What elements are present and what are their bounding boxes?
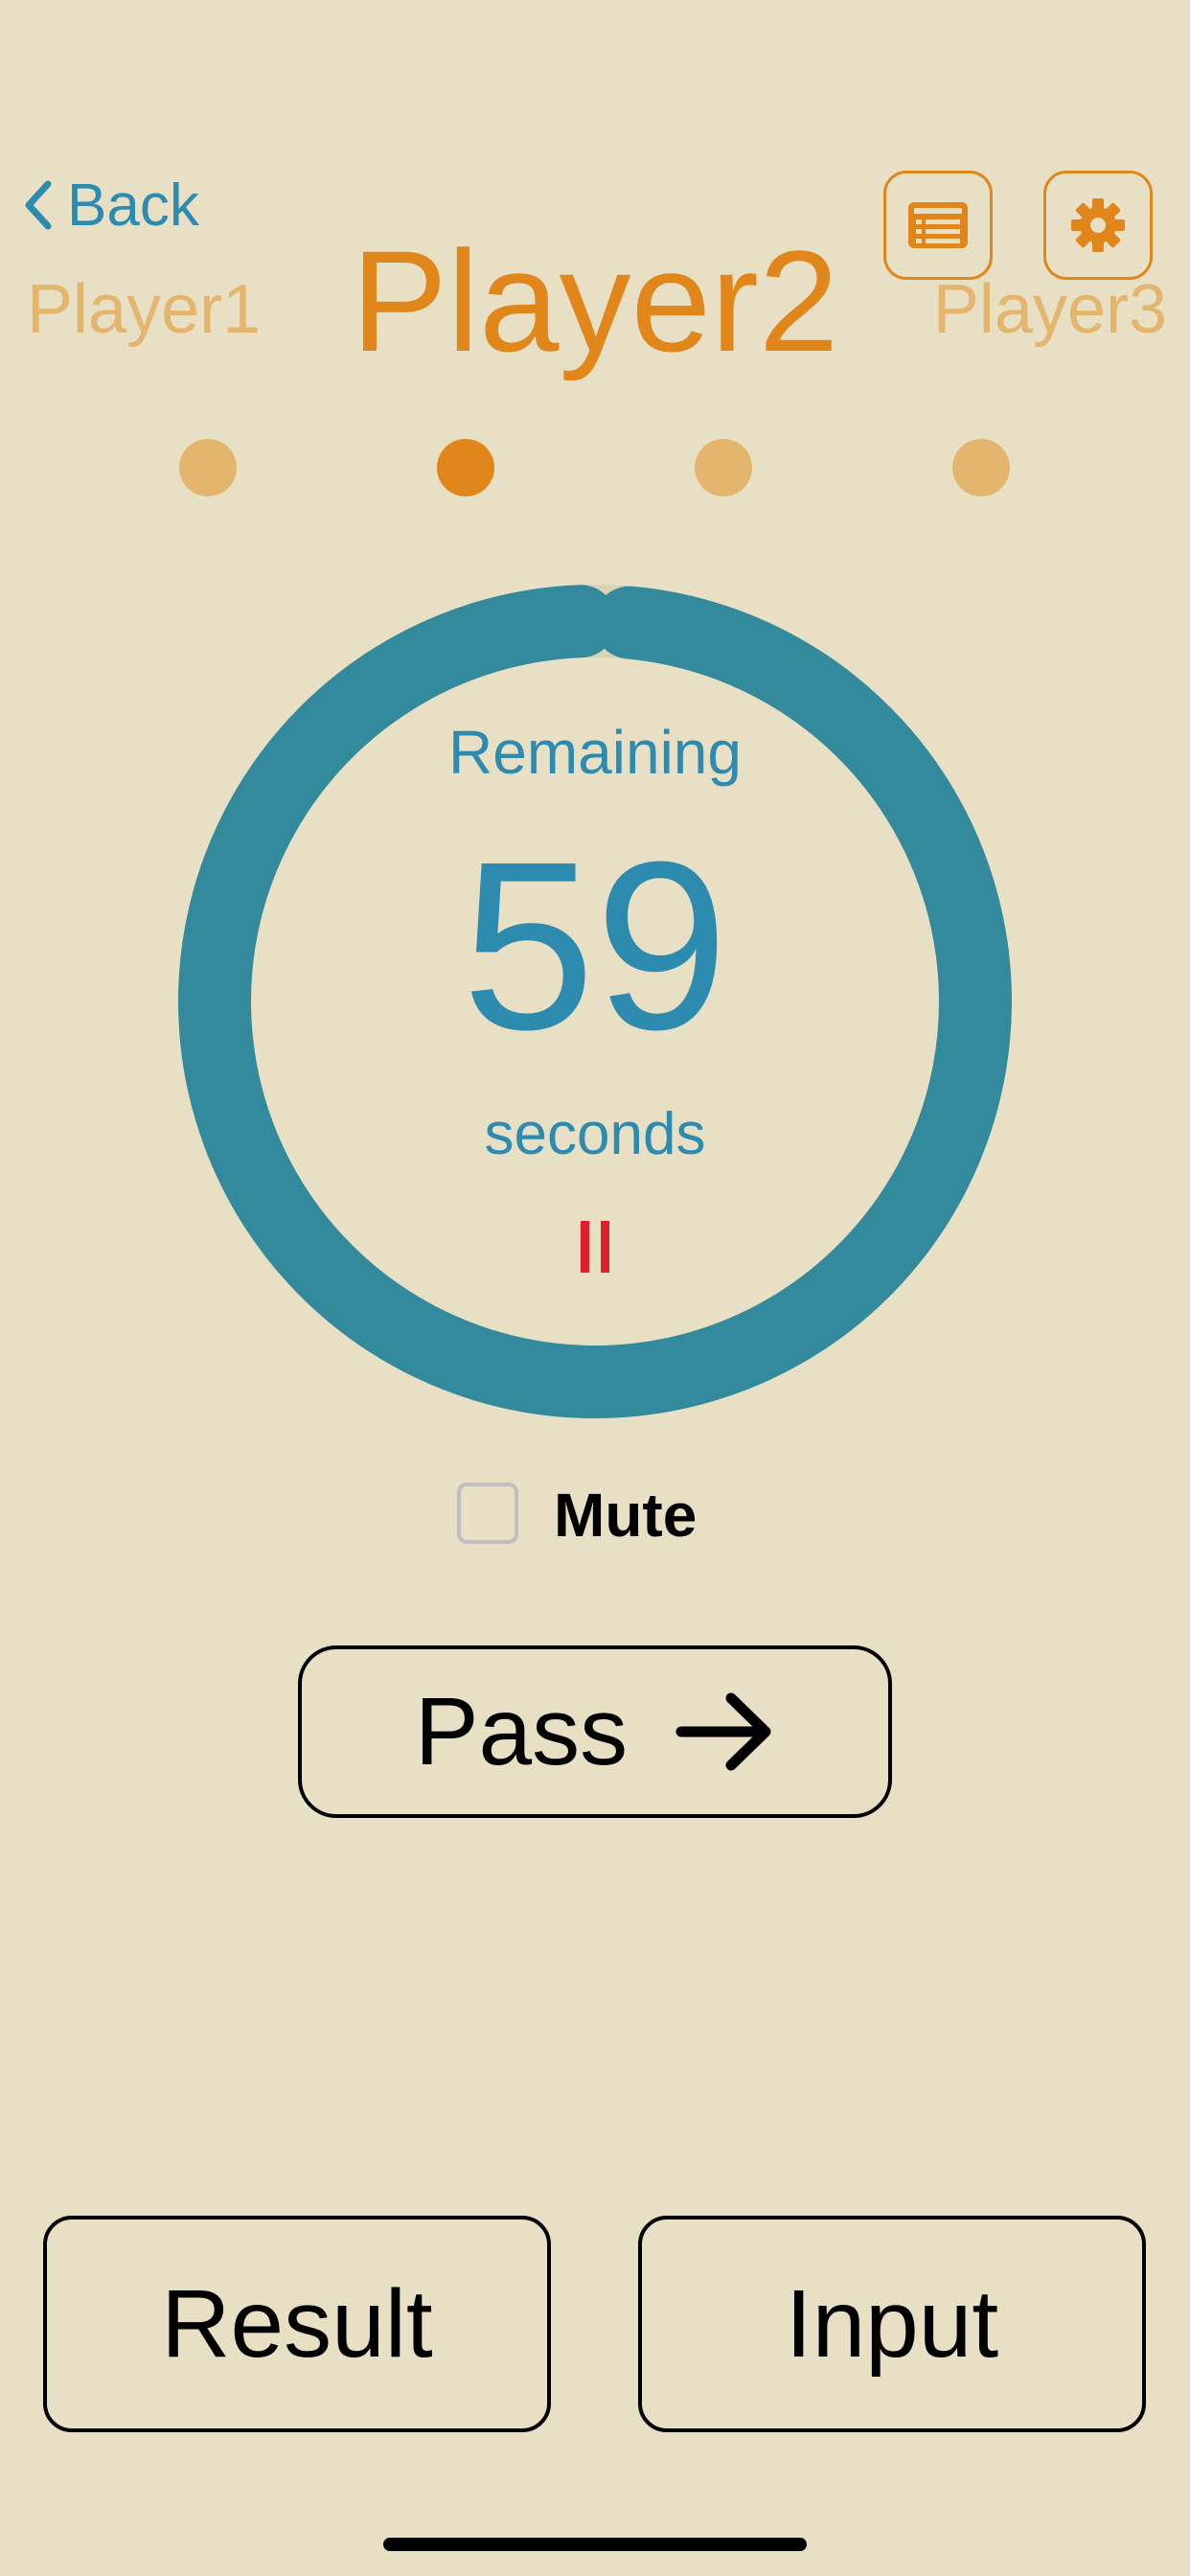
page-dot-3 — [695, 439, 752, 496]
arrow-right-icon — [675, 1692, 771, 1771]
pass-button[interactable]: Pass — [298, 1645, 892, 1818]
page-dot-4 — [952, 439, 1010, 496]
remaining-seconds-value: 59 — [461, 812, 729, 1079]
page-dot-2 — [437, 439, 494, 496]
input-button[interactable]: Input — [638, 2216, 1146, 2432]
remaining-label: Remaining — [448, 718, 742, 787]
pause-icon[interactable] — [581, 1221, 609, 1273]
mute-checkbox[interactable] — [457, 1483, 518, 1544]
pass-label: Pass — [414, 1677, 629, 1785]
result-button-label: Result — [161, 2269, 433, 2378]
result-button[interactable]: Result — [43, 2216, 551, 2432]
page-dot-1 — [179, 439, 237, 496]
home-indicator — [383, 2538, 807, 2551]
mute-label: Mute — [554, 1481, 698, 1550]
input-button-label: Input — [785, 2269, 999, 2378]
seconds-unit-label: seconds — [484, 1101, 706, 1167]
next-player-label[interactable]: Player3 — [933, 270, 1167, 349]
